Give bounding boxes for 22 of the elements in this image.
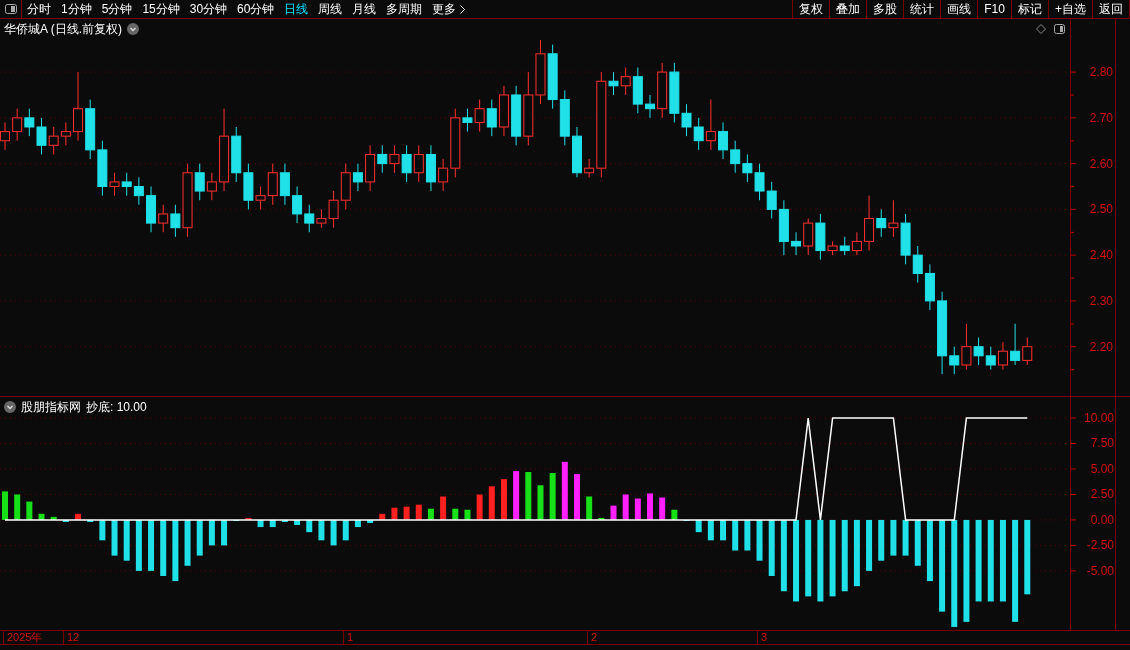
date-axis-label: 12	[63, 631, 80, 644]
indicator-axis-label: -2.50	[1086, 538, 1114, 553]
price-axis-label: 2.30	[1089, 293, 1113, 308]
indicator-title: 股朋指标网	[21, 399, 81, 416]
indicator-reading: 抄底: 10.00	[86, 399, 147, 416]
price-axis-label: 2.60	[1089, 156, 1113, 171]
indicator-axis-label: -5.00	[1086, 563, 1114, 578]
date-axis-label: 3	[757, 631, 768, 644]
indicator-axis-label: 5.00	[1090, 462, 1114, 476]
price-axis-label: 2.70	[1089, 110, 1113, 125]
stock-title: 华侨城A (日线.前复权)	[3, 20, 123, 38]
date-axis-label: 2	[587, 631, 598, 644]
indicator-axis-label: 7.50	[1090, 436, 1114, 451]
date-axis-label: 1	[343, 631, 354, 644]
price-axis-label: 2.40	[1089, 248, 1113, 263]
price-axis-label: 2.80	[1089, 65, 1113, 80]
indicator-axis-label: 0.00	[1090, 512, 1114, 527]
date-axis-label: 2025年	[3, 631, 43, 644]
price-axis-label: 2.50	[1089, 202, 1113, 217]
indicator-axis-label: 10.00	[1083, 411, 1114, 425]
price-axis-label: 2.20	[1089, 339, 1113, 354]
indicator-axis-label: 2.50	[1090, 487, 1114, 502]
